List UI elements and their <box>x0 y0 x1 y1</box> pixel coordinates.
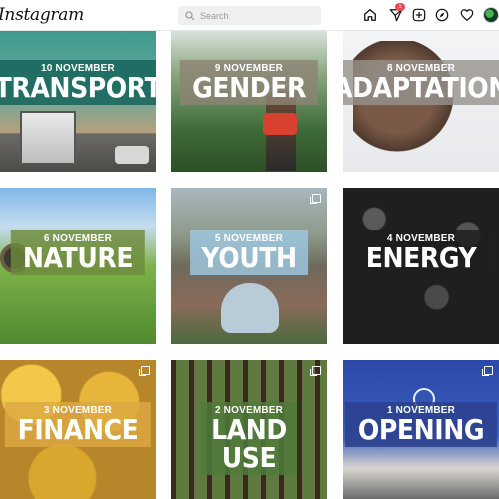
explore-icon[interactable] <box>434 7 450 23</box>
activity-heart-icon[interactable] <box>459 7 475 23</box>
post-title: OPENING <box>357 413 485 446</box>
carousel-icon <box>482 366 493 376</box>
post-title: GENDER <box>192 71 306 104</box>
post-caption: 10 NOVEMBER TRANSPORT <box>0 60 156 105</box>
post-caption: 5 NOVEMBER YOUTH <box>190 230 308 275</box>
post-caption: 9 NOVEMBER GENDER <box>179 60 319 105</box>
post-tile-energy[interactable]: 4 NOVEMBER ENERGY <box>343 188 499 344</box>
post-tile-adaptation[interactable]: 8 NOVEMBER ADAPTATION <box>343 31 499 172</box>
carousel-icon <box>310 366 321 376</box>
post-title: TRANSPORT <box>0 71 156 104</box>
instagram-logo[interactable]: Instagram <box>0 5 84 25</box>
direct-message-icon[interactable]: 1 <box>388 3 405 23</box>
post-tile-finance[interactable]: 3 NOVEMBER FINANCE <box>0 360 156 499</box>
post-title: ADAPTATION <box>343 71 499 104</box>
post-caption: 1 NOVEMBER OPENING <box>344 402 498 447</box>
search-box[interactable] <box>178 6 321 25</box>
post-tile-nature[interactable]: 6 NOVEMBER NATURE <box>0 188 156 344</box>
post-title: YOUTH <box>201 241 297 274</box>
post-tile-gender[interactable]: 9 NOVEMBER GENDER <box>171 31 327 172</box>
post-title: LAND USE <box>211 413 287 474</box>
post-tile-youth[interactable]: 5 NOVEMBER YOUTH <box>171 188 327 344</box>
post-tile-land-use[interactable]: 2 NOVEMBER LAND USE <box>171 360 327 499</box>
notification-badge: 1 <box>395 3 405 11</box>
profile-avatar[interactable] <box>483 7 499 23</box>
post-title: ENERGY <box>365 241 477 274</box>
post-title: NATURE <box>22 241 134 274</box>
post-caption: 8 NOVEMBER ADAPTATION <box>343 60 499 105</box>
post-tile-transport[interactable]: 10 NOVEMBER TRANSPORT <box>0 31 156 172</box>
post-caption: 3 NOVEMBER FINANCE <box>4 402 152 447</box>
post-caption: 6 NOVEMBER NATURE <box>10 230 146 275</box>
carousel-icon <box>310 194 321 204</box>
post-tile-opening[interactable]: 1 NOVEMBER OPENING <box>343 360 499 499</box>
top-navigation-bar: Instagram 1 <box>0 0 499 31</box>
carousel-icon <box>139 366 150 376</box>
post-caption: 2 NOVEMBER LAND USE <box>200 402 298 475</box>
new-post-icon[interactable] <box>411 7 427 23</box>
search-input[interactable] <box>200 10 310 21</box>
post-caption: 4 NOVEMBER ENERGY <box>353 230 489 275</box>
search-icon <box>185 10 195 20</box>
home-icon[interactable] <box>362 7 378 23</box>
post-title: FINANCE <box>17 413 139 446</box>
